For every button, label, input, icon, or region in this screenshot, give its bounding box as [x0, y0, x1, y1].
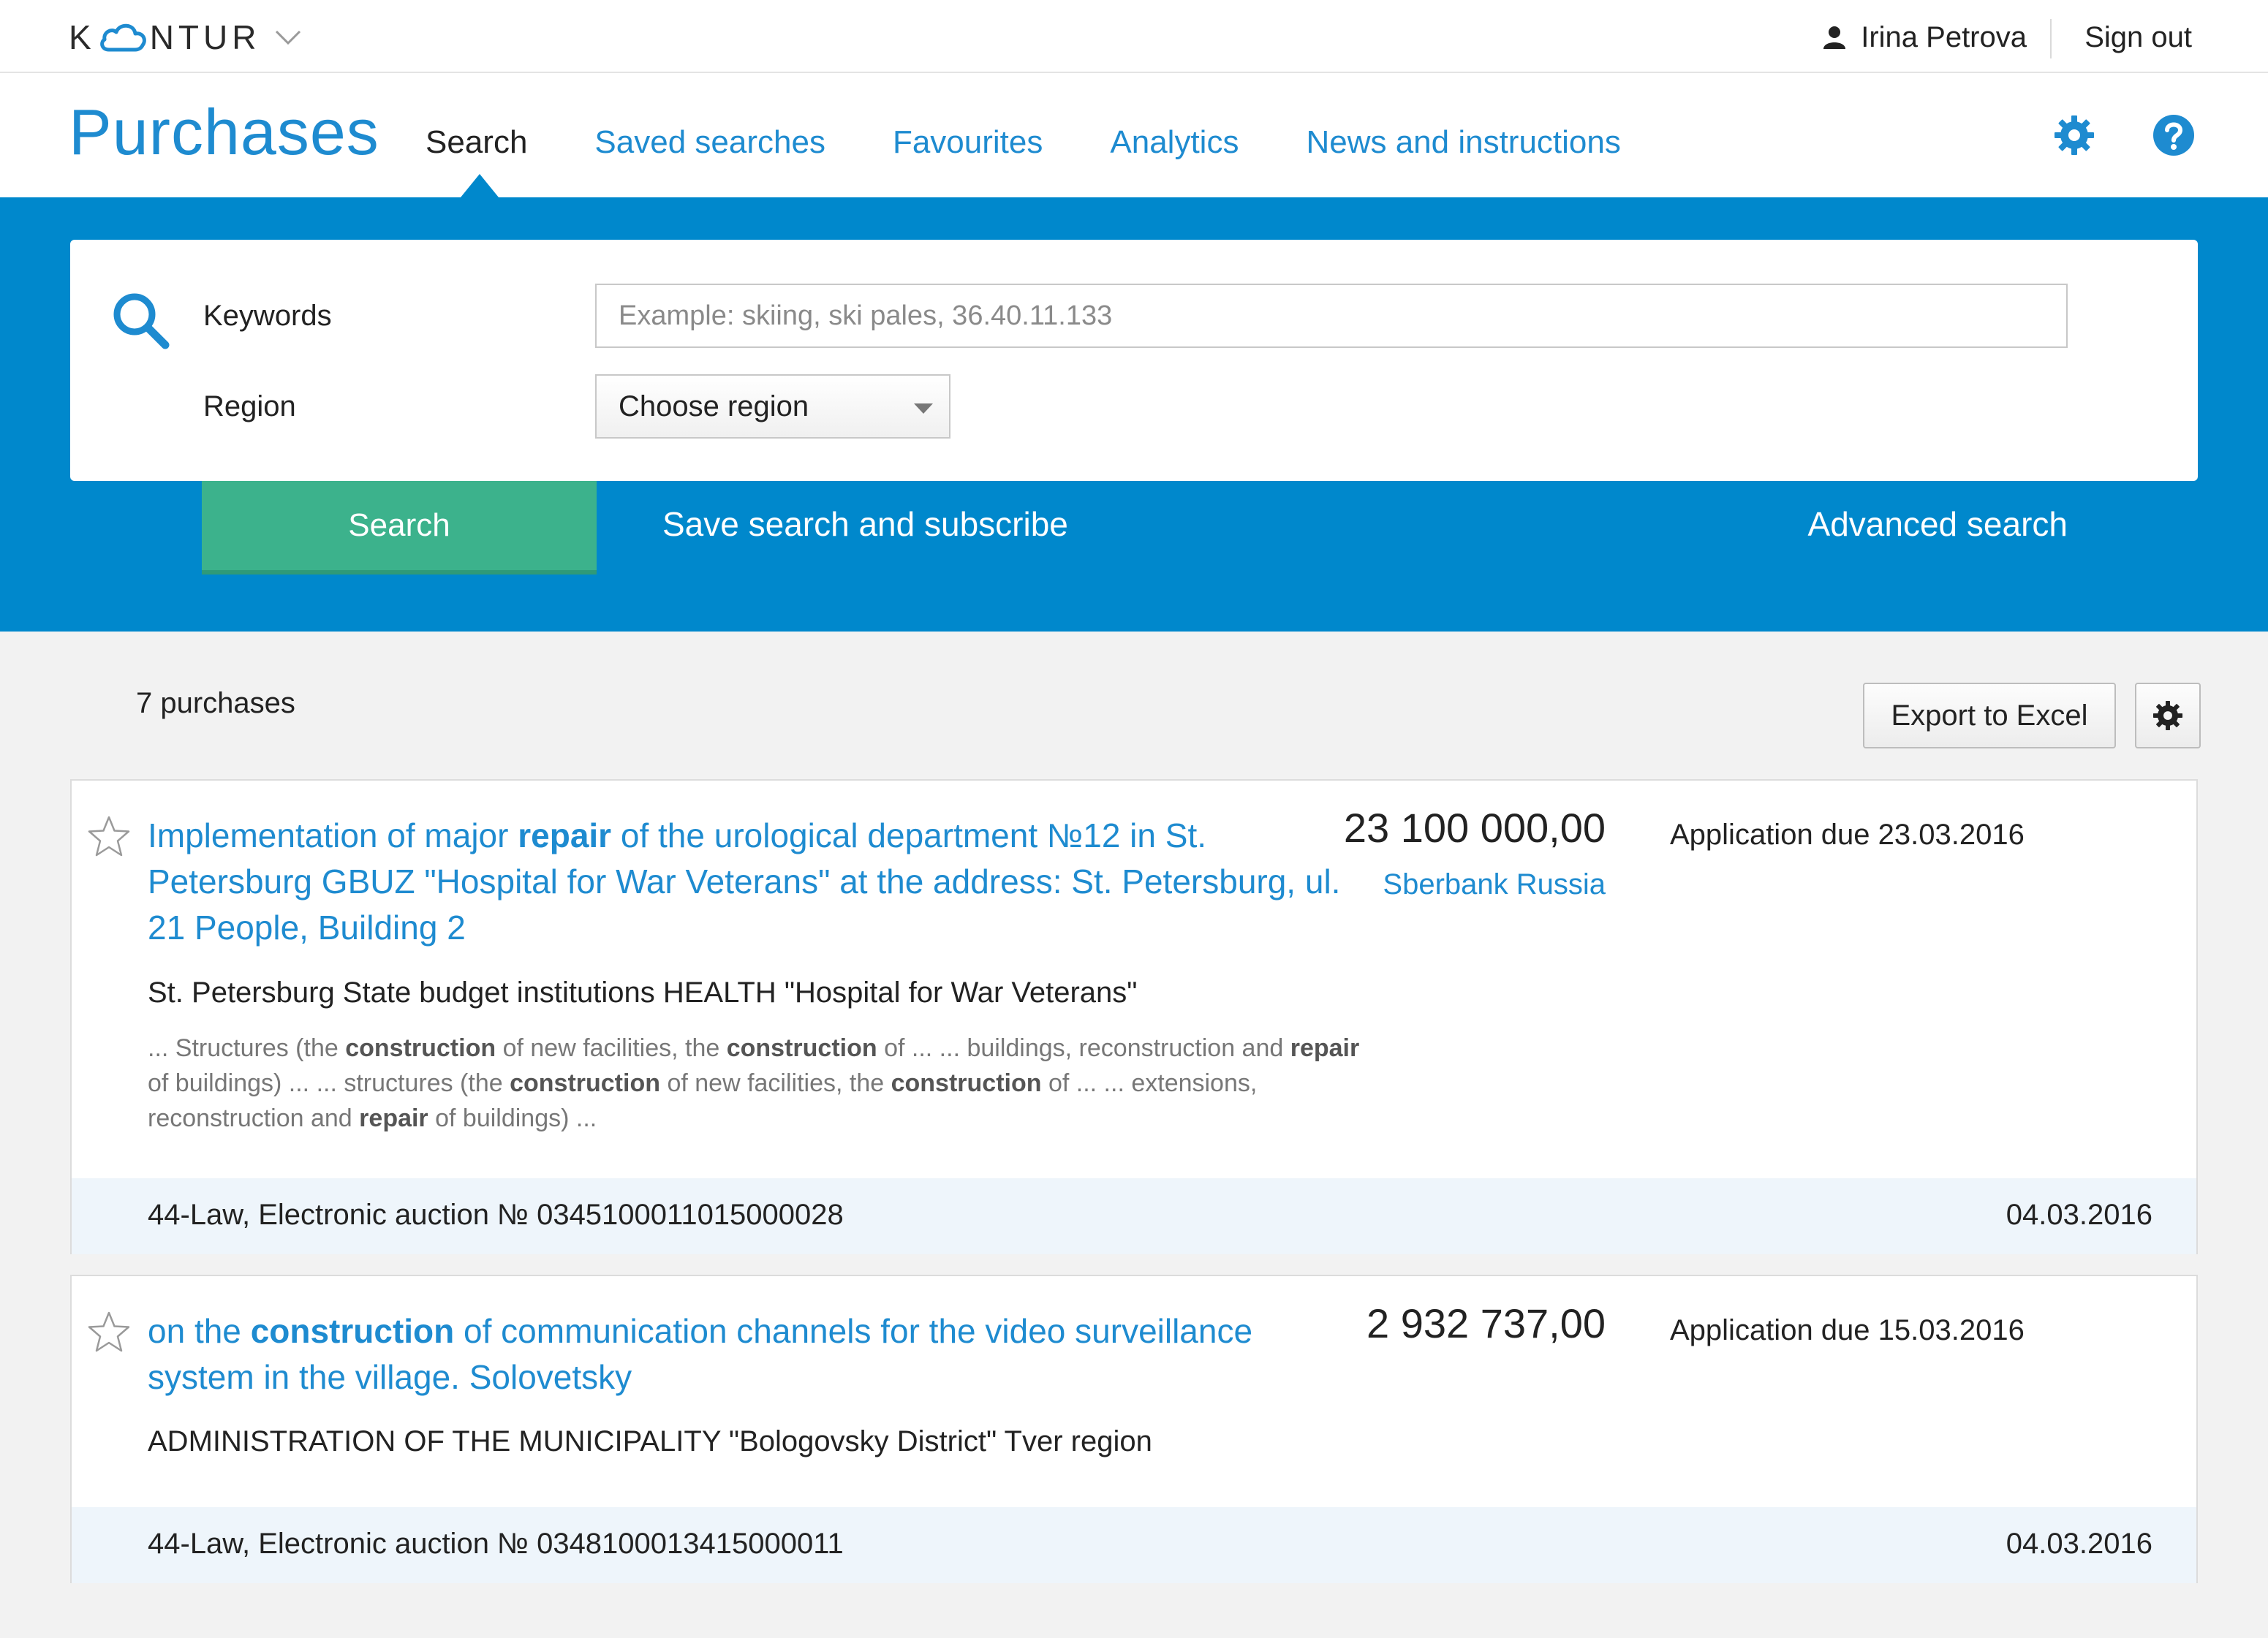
- title-text: Implementation of major: [148, 816, 518, 854]
- star-icon[interactable]: [86, 1310, 132, 1355]
- save-search-link[interactable]: Save search and subscribe: [662, 504, 1068, 544]
- trading-platform-link[interactable]: Sberbank Russia: [1383, 868, 1606, 901]
- purchase-card: on the construction of communication cha…: [70, 1275, 2198, 1583]
- purchase-card: Implementation of major repair of the ur…: [70, 779, 2198, 1254]
- purchase-title-link[interactable]: on the construction of communication cha…: [148, 1308, 1361, 1400]
- purchase-title-link[interactable]: Implementation of major repair of the ur…: [148, 813, 1361, 951]
- search-band: Keywords Region Choose region Search Sav…: [0, 197, 2268, 632]
- user-icon: [1823, 26, 1846, 49]
- kontur-logo[interactable]: K NTUR: [69, 16, 303, 58]
- procurement-law: 44-Law, Electronic auction № 03481000134…: [148, 1528, 844, 1560]
- advanced-search-link[interactable]: Advanced search: [1808, 504, 2068, 544]
- caret-down-icon: [914, 403, 933, 414]
- purchase-price: 2 932 737,00: [1367, 1300, 1606, 1346]
- region-select[interactable]: Choose region: [595, 374, 950, 439]
- match-snippet: ... Structures (the construction of new …: [148, 1034, 1360, 1132]
- application-due: Application due 15.03.2016: [1670, 1314, 2025, 1346]
- results-count: 7 purchases: [136, 687, 295, 719]
- publication-date: 04.03.2016: [2006, 1199, 2152, 1231]
- region-label: Region: [203, 390, 296, 422]
- search-icon: [113, 293, 170, 349]
- logo-text-left: K: [69, 18, 96, 56]
- export-to-excel-button[interactable]: Export to Excel: [1863, 683, 2116, 748]
- tab-analytics[interactable]: Analytics: [1110, 124, 1239, 161]
- user-menu[interactable]: Irina Petrova: [1821, 18, 2027, 57]
- gear-icon[interactable]: [2052, 113, 2097, 158]
- tab-news-and-instructions[interactable]: News and instructions: [1306, 124, 1620, 161]
- tab-favourites[interactable]: Favourites: [893, 124, 1043, 161]
- user-name: Irina Petrova: [1861, 20, 2027, 53]
- results-settings-button[interactable]: [2135, 683, 2201, 748]
- chevron-down-icon[interactable]: [273, 29, 303, 46]
- help-icon[interactable]: [2151, 113, 2196, 158]
- customer-name: St. Petersburg State budget institutions…: [148, 977, 1138, 1009]
- customer-name: ADMINISTRATION OF THE MUNICIPALITY "Bolo…: [148, 1425, 1152, 1457]
- tab-search[interactable]: Search: [426, 124, 527, 161]
- sign-out-link[interactable]: Sign out: [2084, 18, 2192, 57]
- main-tabs: Search Saved searches Favourites Analyti…: [426, 124, 1621, 161]
- top-bar: K NTUR Irina Petrova Sign out: [0, 0, 2268, 73]
- active-tab-indicator: [461, 174, 499, 197]
- title-text: on the: [148, 1312, 251, 1350]
- star-icon[interactable]: [86, 814, 132, 860]
- top-bar-divider: [2050, 19, 2052, 58]
- gear-icon: [2152, 700, 2183, 731]
- purchase-price: 23 100 000,00: [1343, 805, 1606, 851]
- card-footer: 44-Law, Electronic auction № 03481000134…: [72, 1507, 2196, 1583]
- search-button[interactable]: Search: [202, 481, 597, 575]
- card-footer: 44-Law, Electronic auction № 03451000110…: [72, 1178, 2196, 1254]
- procurement-law: 44-Law, Electronic auction № 03451000110…: [148, 1199, 844, 1231]
- application-due: Application due 23.03.2016: [1670, 819, 2025, 851]
- search-form: Keywords Region Choose region: [70, 240, 2198, 481]
- logo-text-right: NTUR: [149, 18, 261, 56]
- cloud-icon: [99, 23, 146, 52]
- region-select-value: Choose region: [619, 390, 809, 422]
- title-highlight: repair: [518, 816, 612, 854]
- page-title: Purchases: [69, 96, 379, 168]
- keywords-input[interactable]: [595, 284, 2068, 348]
- tab-saved-searches[interactable]: Saved searches: [594, 124, 825, 161]
- publication-date: 04.03.2016: [2006, 1528, 2152, 1560]
- nav-bar: Purchases Search Saved searches Favourit…: [0, 73, 2268, 197]
- logo-wordmark: K NTUR: [69, 18, 260, 57]
- title-highlight: construction: [250, 1312, 455, 1350]
- keywords-label: Keywords: [203, 300, 332, 332]
